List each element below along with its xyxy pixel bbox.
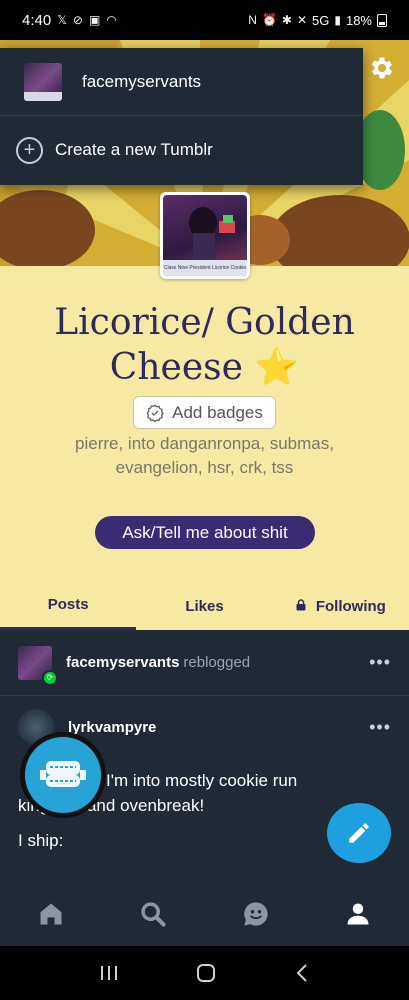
- settings-button[interactable]: [366, 52, 398, 84]
- account-icon: [347, 903, 369, 925]
- lock-icon: [296, 598, 306, 614]
- reblogger-name[interactable]: facemyservants: [66, 654, 179, 671]
- home-icon: [40, 903, 62, 925]
- avatar-art: [189, 207, 235, 259]
- account-avatar: [24, 62, 62, 101]
- x-app-icon: 𝕏: [57, 13, 67, 27]
- nav-search[interactable]: [102, 882, 204, 946]
- blog-title: Licorice/ Golden Cheese ⭐: [0, 300, 409, 390]
- back-icon[interactable]: [293, 963, 311, 983]
- ask-button-label: Ask/Tell me about shit: [122, 522, 288, 542]
- more-dots-icon[interactable]: •••: [369, 652, 391, 673]
- more-dots-icon[interactable]: •••: [369, 717, 391, 738]
- blog-title-text: Licorice/ Golden Cheese: [54, 302, 355, 388]
- account-name: facemyservants: [82, 71, 202, 91]
- account-switcher-menu: facemyservants + Create a new Tumblr: [0, 48, 363, 185]
- reblogger-avatar[interactable]: ⟳: [18, 645, 58, 686]
- create-tumblr-row[interactable]: + Create a new Tumblr: [0, 116, 363, 184]
- alarm-icon: ⏰: [261, 13, 277, 27]
- pencil-icon: [349, 823, 369, 843]
- tab-following[interactable]: Following: [273, 582, 409, 630]
- network-type: 5G: [312, 12, 330, 28]
- battery-icon: [377, 13, 387, 27]
- profile-tabs: Posts Likes Following: [0, 582, 409, 630]
- nav-activity[interactable]: [205, 882, 307, 946]
- avatar-caption: Class Nine President Licorice Cookie: [163, 260, 247, 276]
- tab-posts[interactable]: Posts: [0, 582, 137, 630]
- bio-line: pierre, into danganronpa, submas,: [75, 434, 334, 453]
- recents-icon[interactable]: [98, 964, 120, 982]
- chat-icon: [243, 902, 268, 926]
- bluetooth-icon: ✱: [281, 13, 292, 27]
- account-row[interactable]: facemyservants: [0, 48, 363, 116]
- mute-icon: ✕: [296, 13, 308, 27]
- system-navigation: [0, 946, 409, 1000]
- clock: 4:40: [22, 11, 52, 29]
- add-badges-button[interactable]: Add badges: [133, 396, 276, 429]
- post-header: ⟳ facemyservants reblogged •••: [0, 630, 409, 696]
- badge-icon: [146, 403, 165, 422]
- bottom-navigation: [0, 882, 409, 946]
- wifi-icon: ◠: [106, 13, 117, 27]
- signal-icon: ▮: [334, 13, 341, 27]
- search-icon: [141, 902, 166, 927]
- status-bar: 4:40 𝕏 ⊘ ▣ ◠ N ⏰ ✱ ✕ 5G ▮ 18%: [0, 0, 409, 40]
- profile-avatar[interactable]: Class Nine President Licorice Cookie: [160, 192, 250, 279]
- bio-line: evangelion, hsr, crk, tss: [115, 458, 294, 477]
- blog-description: pierre, into danganronpa, submas, evange…: [0, 432, 409, 480]
- home-button-icon[interactable]: [195, 962, 217, 984]
- tab-likes[interactable]: Likes: [136, 582, 272, 630]
- tab-label: Likes: [185, 597, 224, 615]
- nav-home[interactable]: [0, 882, 102, 946]
- bubble-avatar-image: [25, 737, 101, 813]
- post-text-line: I'm into mostly cookie run: [106, 771, 298, 790]
- author-name[interactable]: lyrkvampyre: [68, 719, 156, 736]
- reblog-action: reblogged: [183, 654, 251, 671]
- star-emoji: ⭐: [254, 347, 300, 388]
- tab-label: Posts: [47, 596, 89, 613]
- nav-account[interactable]: [307, 882, 409, 946]
- add-badges-label: Add badges: [172, 402, 263, 422]
- gear-icon: [371, 57, 393, 79]
- gallery-icon: ▣: [88, 13, 101, 27]
- floating-avatar-bubble[interactable]: [20, 732, 106, 818]
- ask-button[interactable]: Ask/Tell me about shit: [95, 516, 315, 549]
- no-disturb-icon: ⊘: [72, 13, 83, 27]
- compose-button[interactable]: [327, 803, 391, 863]
- reblog-icon: ⟳: [42, 669, 58, 686]
- tab-label: Following: [315, 597, 386, 615]
- nfc-icon: N: [248, 13, 257, 27]
- battery-percent: 18%: [345, 12, 372, 28]
- plus-circle-icon: +: [16, 136, 43, 164]
- create-tumblr-label: Create a new Tumblr: [55, 140, 213, 159]
- avatar-image: Class Nine President Licorice Cookie: [163, 195, 247, 276]
